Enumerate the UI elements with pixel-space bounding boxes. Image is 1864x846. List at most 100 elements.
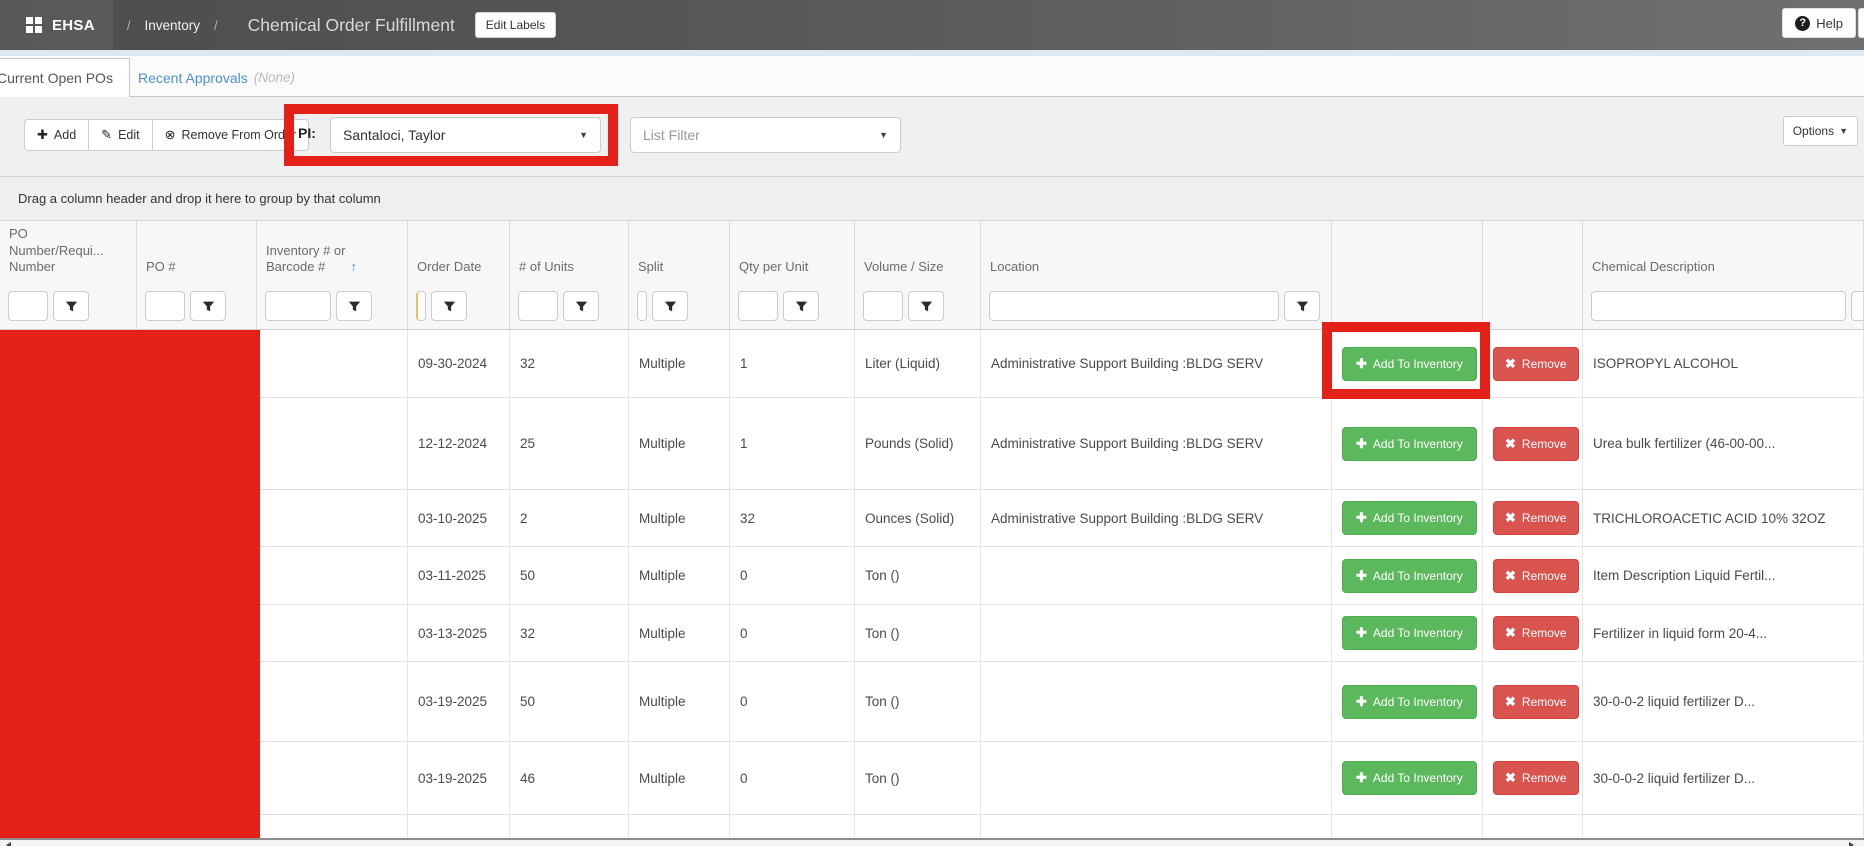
filter-funnel-icon[interactable] (1851, 291, 1864, 321)
cell-inventory-barcode (257, 490, 408, 547)
column-header-remove-action (1483, 221, 1583, 283)
pi-dropdown[interactable]: Santaloci, Taylor ▼ (330, 117, 601, 153)
cell-location: Administrative Support Building :BLDG SE… (981, 330, 1332, 398)
add-to-inventory-button[interactable]: ✚Add To Inventory (1342, 616, 1477, 650)
breadcrumb-inventory[interactable]: Inventory (145, 18, 201, 33)
tab-bar: Current Open POs Recent Approvals (None) (0, 56, 1864, 97)
add-to-inventory-button[interactable]: ✚Add To Inventory (1342, 347, 1477, 381)
add-button[interactable]: ✚ Add (24, 119, 89, 151)
filter-funnel-icon[interactable] (908, 291, 944, 321)
add-to-inventory-button[interactable]: ✚Add To Inventory (1342, 427, 1477, 461)
filter-funnel-icon[interactable] (336, 291, 372, 321)
filter-funnel-icon[interactable] (190, 291, 226, 321)
filter-funnel-icon[interactable] (1284, 291, 1320, 321)
scroll-left-icon[interactable] (6, 842, 11, 846)
filter-input-split[interactable] (637, 291, 647, 321)
group-by-dropzone[interactable]: Drag a column header and drop it here to… (0, 176, 1864, 221)
cell-chemical-description: 30-0-0-2 liquid fertilizer D... (1583, 742, 1864, 815)
remove-button[interactable]: ✖Remove (1493, 559, 1579, 593)
column-header-units[interactable]: # of Units (510, 221, 629, 283)
column-header-volume-size[interactable]: Volume / Size (855, 221, 981, 283)
cell-location: Administrative Support Building :BLDG SE… (981, 398, 1332, 490)
options-button[interactable]: Options ▼ (1783, 116, 1858, 146)
filter-input-po[interactable] (145, 291, 185, 321)
plus-icon: ✚ (1356, 356, 1367, 372)
cell-qty-per-unit: 1 (730, 398, 855, 490)
filter-funnel-icon[interactable] (53, 291, 89, 321)
app-name: EHSA (52, 17, 95, 34)
remove-button[interactable]: ✖Remove (1493, 347, 1579, 381)
column-header-po-requisition[interactable]: PO Number/Requi... Number (0, 221, 137, 283)
cell-qty-per-unit: 0 (730, 605, 855, 662)
column-header-location[interactable]: Location (981, 221, 1332, 283)
cell-location: Administrative Support Building :BLDG SE… (981, 490, 1332, 547)
add-to-inventory-button[interactable]: ✚Add To Inventory (1342, 559, 1477, 593)
edit-button[interactable]: ✎ Edit (89, 119, 152, 151)
top-bar: EHSA / Inventory / Chemical Order Fulfil… (0, 0, 1864, 50)
column-header-po[interactable]: PO # (137, 221, 257, 283)
add-to-inventory-button[interactable]: ✚Add To Inventory (1342, 501, 1477, 535)
column-header-add-action (1332, 221, 1483, 283)
filter-funnel-icon[interactable] (783, 291, 819, 321)
filter-input-qty-per-unit[interactable] (738, 291, 778, 321)
table-body: 09-30-2024 32 Multiple 1 Liter (Liquid) … (0, 330, 1864, 838)
column-header-split[interactable]: Split (629, 221, 730, 283)
remove-button[interactable]: ✖Remove (1493, 761, 1579, 795)
filter-input-inventory-barcode[interactable] (265, 291, 331, 321)
partially-visible-button[interactable] (1858, 8, 1864, 38)
table-row: 03-13-2025 32 Multiple 0 Ton () ✚Add To … (0, 605, 1864, 662)
plus-icon: ✚ (1356, 694, 1367, 710)
cell-split: Multiple (629, 662, 730, 742)
cell-split: Multiple (629, 742, 730, 815)
filter-input-chemical-description[interactable] (1591, 291, 1846, 321)
filter-funnel-icon[interactable] (652, 291, 688, 321)
filter-input-volume-size[interactable] (863, 291, 903, 321)
cell-inventory-barcode (257, 662, 408, 742)
remove-button[interactable]: ✖Remove (1493, 427, 1579, 461)
remove-button[interactable]: ✖Remove (1493, 685, 1579, 719)
sort-ascending-icon: ↑ (351, 259, 358, 275)
cell-order-date: 03-19-2025 (408, 662, 510, 742)
cell-split: Multiple (629, 490, 730, 547)
filter-input-order-date[interactable] (416, 291, 426, 321)
table-row: 03-19-2025 50 Multiple 0 Ton () ✚Add To … (0, 662, 1864, 742)
column-header-order-date[interactable]: Order Date (408, 221, 510, 283)
help-button[interactable]: ? Help (1782, 8, 1856, 38)
cell-chemical-description: Item Description Liquid Fertil... (1583, 547, 1864, 605)
filter-cell-empty (1332, 283, 1483, 329)
column-header-inventory-barcode[interactable]: Inventory # or Barcode # ↑ (257, 221, 408, 283)
remove-from-order-button[interactable]: ⊗ Remove From Order (153, 119, 310, 151)
add-to-inventory-button[interactable]: ✚Add To Inventory (1342, 685, 1477, 719)
horizontal-scrollbar[interactable] (0, 838, 1864, 846)
edit-labels-button[interactable]: Edit Labels (475, 12, 556, 38)
grid-logo-icon (26, 17, 43, 34)
tab-current-open-pos[interactable]: Current Open POs (0, 58, 130, 97)
scroll-right-icon[interactable] (1849, 842, 1854, 846)
cell-inventory-barcode (257, 398, 408, 490)
tab-recent-approvals[interactable]: Recent Approvals (None) (122, 58, 311, 97)
remove-button[interactable]: ✖Remove (1493, 501, 1579, 535)
filter-funnel-icon[interactable] (563, 291, 599, 321)
filter-funnel-icon[interactable] (431, 291, 467, 321)
cell-volume-size: Ounces (Solid) (855, 490, 981, 547)
cell-qty-per-unit: 0 (730, 662, 855, 742)
chevron-down-icon: ▼ (579, 130, 588, 140)
add-to-inventory-button[interactable]: ✚Add To Inventory (1342, 761, 1477, 795)
plus-icon: ✚ (37, 127, 48, 143)
filter-input-units[interactable] (518, 291, 558, 321)
table-row: 12-12-2024 25 Multiple 1 Pounds (Solid) … (0, 398, 1864, 490)
cell-units: 32 (510, 605, 629, 662)
toolbar-button-group: ✚ Add ✎ Edit ⊗ Remove From Order (24, 119, 309, 151)
filter-input-po-requisition[interactable] (8, 291, 48, 321)
filter-input-location[interactable] (989, 291, 1279, 321)
list-filter-dropdown[interactable]: List Filter ▼ (630, 117, 901, 153)
breadcrumb-separator: / (127, 18, 131, 33)
table-row: 09-30-2024 32 Multiple 1 Liter (Liquid) … (0, 330, 1864, 398)
pi-selected-value: Santaloci, Taylor (343, 127, 445, 143)
cell-chemical-description: Fertilizer in liquid form 20-4... (1583, 605, 1864, 662)
app-logo[interactable]: EHSA (0, 0, 113, 50)
column-header-qty-per-unit[interactable]: Qty per Unit (730, 221, 855, 283)
list-filter-placeholder: List Filter (643, 127, 700, 143)
remove-button[interactable]: ✖Remove (1493, 616, 1579, 650)
column-header-chemical-description[interactable]: Chemical Description (1583, 221, 1864, 283)
